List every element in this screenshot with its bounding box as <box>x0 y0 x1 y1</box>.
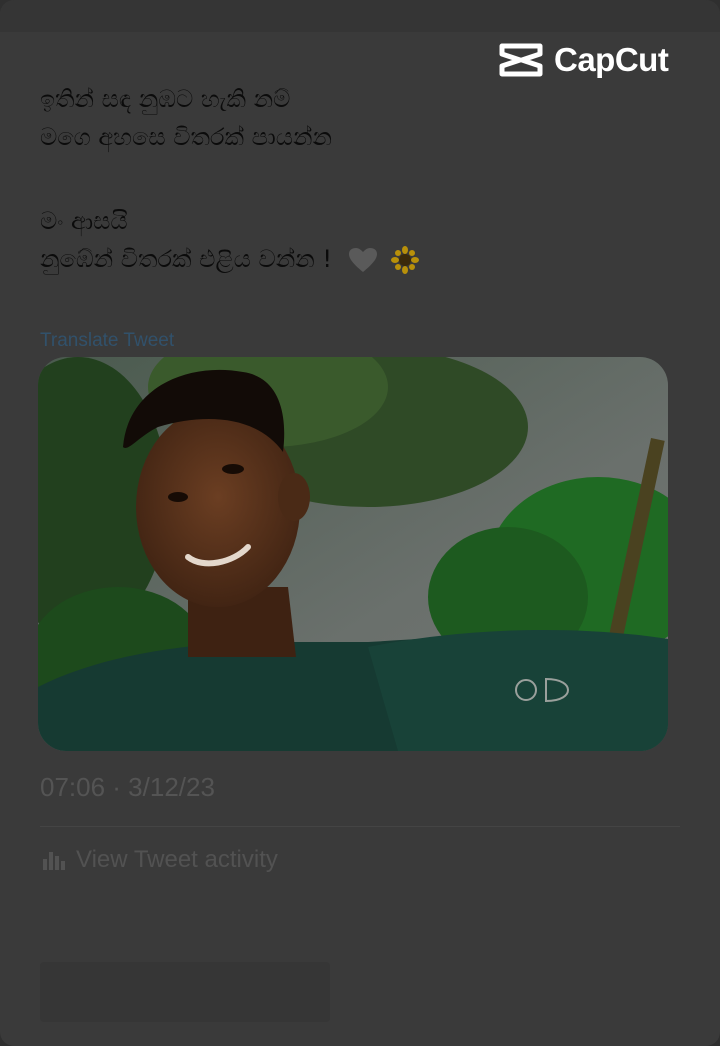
tweet-photo[interactable] <box>38 357 668 751</box>
sunflower-icon <box>391 246 420 274</box>
translate-tweet-link[interactable]: Translate Tweet <box>40 330 174 352</box>
activity-label: View Tweet activity <box>76 846 278 873</box>
bar-chart-icon <box>43 852 65 870</box>
capcut-watermark: CapCut <box>498 40 669 80</box>
tweet-timestamp: 07:06 · 3/12/23 <box>40 772 215 802</box>
tweet-line-3: මං ආසයි <box>40 207 128 235</box>
tweet-line-2: මගෙ අහසෙ විතරක් පායන්න <box>40 123 333 151</box>
top-bar <box>0 0 720 32</box>
tweet-line-4-text: නුඹේන් විතරක් එළිය වන්න ! <box>40 245 333 273</box>
capcut-logo-icon <box>499 43 543 77</box>
selfie-image <box>38 357 668 751</box>
tweet-text: ඉතින් සඳ නුඹට හැකි නම් මගෙ අහසෙ විතරක් ප… <box>40 80 640 278</box>
watermark-brand: CapCut <box>554 41 669 78</box>
white-heart-icon <box>348 248 377 272</box>
divider <box>40 826 680 827</box>
tweet-line-4: නුඹේන් විතරක් එළිය වන්න ! <box>40 240 640 278</box>
footer-placeholder <box>40 962 330 1022</box>
tweet-line-1: ඉතින් සඳ නුඹට හැකි නම් <box>40 85 291 113</box>
view-tweet-activity[interactable]: View Tweet activity <box>42 844 278 876</box>
screen: CapCut ඉතින් සඳ නුඹට හැකි නම් මගෙ අහසෙ ව… <box>0 0 720 1046</box>
